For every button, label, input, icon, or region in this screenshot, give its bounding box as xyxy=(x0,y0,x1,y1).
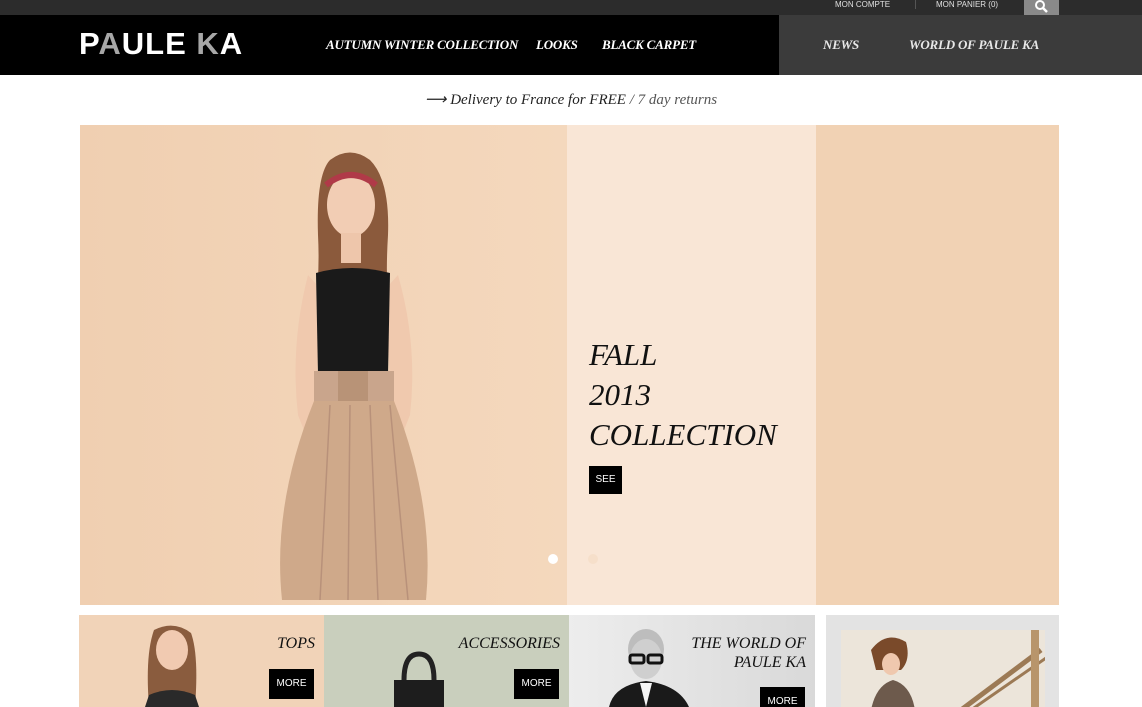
tile-tops[interactable]: TOPS MORE xyxy=(79,615,324,707)
more-button[interactable]: MORE xyxy=(269,669,314,699)
slide-dot-active[interactable] xyxy=(548,554,558,564)
tile-title-line: THE WORLD OF xyxy=(691,635,806,652)
cart-link[interactable]: MON PANIER (0) xyxy=(936,0,998,15)
tile-title-line: PAULE KA xyxy=(733,654,806,671)
nav-autumn-winter-collection[interactable]: AUTUMN WINTER COLLECTION xyxy=(326,37,518,53)
logo-letter: A xyxy=(219,26,244,61)
hero-heading-line: COLLECTION xyxy=(589,417,777,452)
tile-lookbook-photo[interactable] xyxy=(826,615,1059,707)
tops-model-image xyxy=(145,625,199,707)
promo-returns: / 7 day returns xyxy=(629,92,718,108)
staircase-model-image xyxy=(841,630,1047,707)
see-collection-button[interactable]: SEE xyxy=(589,466,622,494)
search-button[interactable] xyxy=(1024,0,1059,15)
main-header: PAULE KA AUTUMN WINTER COLLECTION LOOKS … xyxy=(0,15,779,75)
tile-title: THE WORLD OF PAULE KA xyxy=(691,634,806,672)
utility-bar: MON COMPTE MON PANIER (0) xyxy=(0,0,1142,15)
delivery-promo[interactable]: ⟶ Delivery to France for FREE / 7 day re… xyxy=(0,90,1142,109)
hero-heading-line: 2013 xyxy=(589,377,651,412)
hero-side-panel xyxy=(816,125,1059,605)
secondary-header: NEWS WORLD OF PAULE KA xyxy=(779,15,1142,75)
logo-letter: P xyxy=(79,26,99,61)
account-link[interactable]: MON COMPTE xyxy=(835,0,890,15)
search-icon xyxy=(1035,0,1048,13)
arrow-icon: ⟶ xyxy=(424,92,447,108)
tile-accessories[interactable]: ACCESSORIES MORE xyxy=(324,615,569,707)
hero-heading-line: FALL xyxy=(589,337,658,372)
tile-world-of-paule-ka[interactable]: THE WORLD OF PAULE KA MORE xyxy=(569,615,815,707)
hero-slider[interactable]: FALL 2013 COLLECTION SEE xyxy=(80,125,1059,605)
logo-letter: ULE xyxy=(121,26,197,61)
hero-heading: FALL 2013 COLLECTION xyxy=(589,335,809,455)
logo-letter: A xyxy=(98,26,122,61)
utility-divider xyxy=(915,0,916,9)
lookbook-photo-frame xyxy=(841,630,1047,707)
nav-news[interactable]: NEWS xyxy=(823,37,859,53)
slide-dot[interactable] xyxy=(588,554,598,564)
nav-looks[interactable]: LOOKS xyxy=(536,37,578,53)
logo-letter: K xyxy=(196,26,220,61)
promo-text: Delivery to France for FREE xyxy=(446,92,630,108)
handbag-image xyxy=(394,651,444,707)
more-button[interactable]: MORE xyxy=(514,669,559,699)
brand-logo[interactable]: PAULE KA xyxy=(79,26,244,61)
tile-title: ACCESSORIES xyxy=(458,635,560,652)
nav-world-of-paule-ka[interactable]: WORLD OF PAULE KA xyxy=(909,37,1039,53)
model-in-dress-image xyxy=(280,152,428,601)
nav-black-carpet[interactable]: BLACK CARPET xyxy=(602,37,696,53)
more-button[interactable]: MORE xyxy=(760,687,805,707)
tile-title: TOPS xyxy=(277,635,315,652)
